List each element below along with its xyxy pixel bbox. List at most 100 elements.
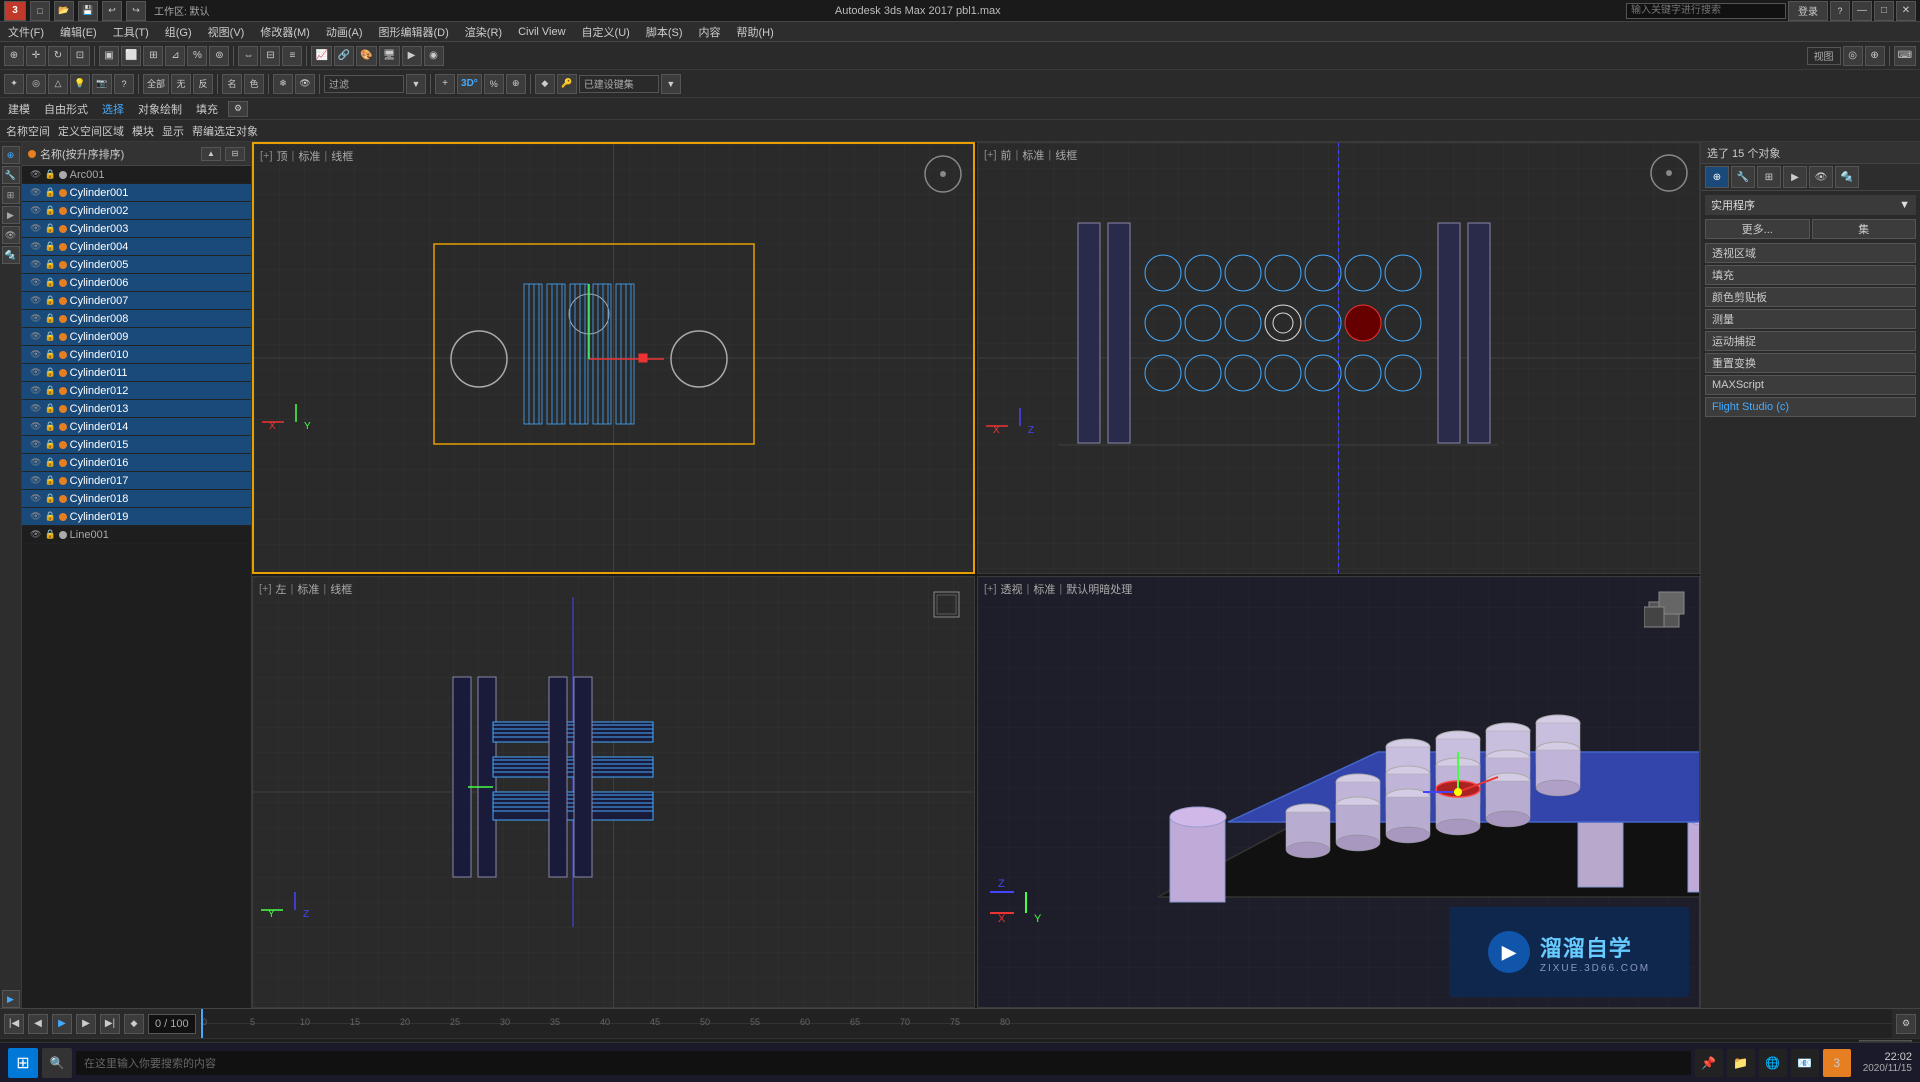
active-shade[interactable]: ◉: [424, 46, 444, 66]
tree-item-cylinder018[interactable]: 👁 🔒 Cylinder018: [22, 490, 251, 508]
move-tool[interactable]: ✛: [26, 46, 46, 66]
tree-item-line001[interactable]: 👁 🔒 Line001: [22, 526, 251, 544]
tree-item-cylinder012[interactable]: 👁 🔒 Cylinder012: [22, 382, 251, 400]
menu-item-e[interactable]: 编辑(E): [56, 24, 101, 40]
material-editor[interactable]: 🎨: [356, 46, 376, 66]
transform-center[interactable]: ⊕: [1865, 46, 1885, 66]
mirror-tool[interactable]: ⇔: [238, 46, 258, 66]
eye-icon[interactable]: 👁: [30, 457, 41, 468]
tree-item-cylinder010[interactable]: 👁 🔒 Cylinder010: [22, 346, 251, 364]
autokey-dropdown[interactable]: 已建设键集: [579, 75, 659, 93]
3d-snap[interactable]: 3D°: [457, 74, 482, 94]
tree-item-cylinder003[interactable]: 👁 🔒 Cylinder003: [22, 220, 251, 238]
add-key[interactable]: ◆: [535, 74, 555, 94]
goto-start-btn[interactable]: |◀: [4, 1014, 24, 1034]
rp-fill-btn[interactable]: 填充: [1705, 265, 1916, 285]
graph-editor[interactable]: 📈: [311, 46, 331, 66]
align-tool[interactable]: ⊟: [260, 46, 280, 66]
tree-item-cylinder014[interactable]: 👁 🔒 Cylinder014: [22, 418, 251, 436]
viewport-front[interactable]: [+] 前 | 标准 | 线框: [977, 142, 1700, 574]
select-tool[interactable]: ⊕: [4, 46, 24, 66]
login-btn[interactable]: 登录: [1788, 1, 1828, 21]
tree-filter-btn[interactable]: ⊟: [225, 147, 245, 161]
schematic[interactable]: 🔗: [334, 46, 354, 66]
mode-fill[interactable]: 填充: [192, 101, 222, 117]
hierarchy-btn[interactable]: ⊞: [2, 186, 20, 204]
menu-item-t[interactable]: 工具(T): [109, 24, 153, 40]
save-btn[interactable]: 💾: [78, 1, 98, 21]
taskbar-icon-2[interactable]: 📁: [1727, 1049, 1755, 1077]
viewport-top[interactable]: [+] 顶 | 标准 | 线框: [252, 142, 975, 574]
eye-icon[interactable]: 👁: [30, 187, 41, 198]
tree-item-cylinder007[interactable]: 👁 🔒 Cylinder007: [22, 292, 251, 310]
coordinate-system[interactable]: 视图: [1807, 47, 1841, 65]
select-all[interactable]: 全部: [143, 74, 169, 94]
menu-item-h[interactable]: 帮助(H): [733, 24, 778, 40]
snap-toggle[interactable]: ⊞: [143, 46, 163, 66]
menu-item-d[interactable]: 图形编辑器(D): [375, 24, 453, 40]
start-button[interactable]: ⊞: [8, 1048, 38, 1078]
rp-tab-utility[interactable]: 🔩: [1835, 166, 1859, 188]
tree-item-cylinder005[interactable]: 👁 🔒 Cylinder005: [22, 256, 251, 274]
mode-build[interactable]: 建模: [4, 101, 34, 117]
percent-snap[interactable]: %: [187, 46, 207, 66]
menu-item-f[interactable]: 文件(F): [4, 24, 48, 40]
rp-tab-create[interactable]: ⊕: [1705, 166, 1729, 188]
scale-tool[interactable]: ⊡: [70, 46, 90, 66]
select-region[interactable]: ▣: [99, 46, 119, 66]
tree-sort-btn[interactable]: ▲: [201, 147, 221, 161]
geometry-btn[interactable]: ◎: [26, 74, 46, 94]
render-btn[interactable]: ▶: [402, 46, 422, 66]
none-btn[interactable]: 无: [171, 74, 191, 94]
eye-icon[interactable]: 👁: [30, 529, 41, 540]
mode-objpaint[interactable]: 对象绘制: [134, 101, 186, 117]
taskbar-search[interactable]: 在这里输入你要搜索的内容: [76, 1051, 1691, 1075]
undo-btn[interactable]: ↩: [102, 1, 122, 21]
menu-item-m[interactable]: 修改器(M): [256, 24, 314, 40]
rp-set-btn[interactable]: 集: [1812, 219, 1917, 239]
tree-item-cylinder006[interactable]: 👁 🔒 Cylinder006: [22, 274, 251, 292]
rp-perspective-btn[interactable]: 透视区域: [1705, 243, 1916, 263]
rp-measure-btn[interactable]: 测量: [1705, 309, 1916, 329]
select-by-name[interactable]: 名: [222, 74, 242, 94]
eye-icon[interactable]: 👁: [30, 349, 41, 360]
filter-arrow[interactable]: ▼: [406, 74, 426, 94]
play-anim-btn[interactable]: ▶: [2, 990, 20, 1008]
new-btn[interactable]: □: [30, 1, 50, 21]
timeline-scroll[interactable]: 0 5 10 15 20 25 30 35 40 45 50 55 60 65 …: [200, 1009, 1892, 1038]
set-key[interactable]: 🔑: [557, 74, 577, 94]
eye-icon[interactable]: 👁: [30, 205, 41, 216]
2d-snap[interactable]: %: [484, 74, 504, 94]
eye-icon[interactable]: 👁: [30, 259, 41, 270]
taskbar-icon-1[interactable]: 📌: [1695, 1049, 1723, 1077]
menu-item-v[interactable]: 视图(V): [204, 24, 249, 40]
utility-btn[interactable]: 🔩: [2, 246, 20, 264]
invert-btn[interactable]: 反: [193, 74, 213, 94]
tree-item-cylinder011[interactable]: 👁 🔒 Cylinder011: [22, 364, 251, 382]
frame-counter[interactable]: 0 / 100: [148, 1014, 196, 1034]
viewport-left[interactable]: [+] 左 | 标准 | 线框: [252, 576, 975, 1008]
search-btn[interactable]: 🔍: [42, 1048, 72, 1078]
menu-item-[interactable]: 内容: [695, 24, 725, 40]
eye-icon[interactable]: 👁: [30, 313, 41, 324]
app-icon[interactable]: 3: [4, 1, 26, 21]
eye-icon[interactable]: 👁: [30, 241, 41, 252]
display-btn[interactable]: 👁: [2, 226, 20, 244]
goto-end-btn[interactable]: ▶|: [100, 1014, 120, 1034]
rp-tab-display[interactable]: 👁: [1809, 166, 1833, 188]
menu-item-u[interactable]: 自定义(U): [578, 24, 634, 40]
eye-icon[interactable]: 👁: [30, 169, 41, 180]
layer-mgr[interactable]: ≡: [282, 46, 302, 66]
tree-item-cylinder001[interactable]: 👁 🔒 Cylinder001: [22, 184, 251, 202]
tree-item-cylinder008[interactable]: 👁 🔒 Cylinder008: [22, 310, 251, 328]
tree-item-cylinder017[interactable]: 👁 🔒 Cylinder017: [22, 472, 251, 490]
prev-frame-btn[interactable]: ◀: [28, 1014, 48, 1034]
open-btn[interactable]: 📂: [54, 1, 74, 21]
shape-btn[interactable]: △: [48, 74, 68, 94]
viewport-perspective[interactable]: [+] 透视 | 标准 | 默认明暗处理: [977, 576, 1700, 1008]
viewport-left-canvas[interactable]: Y Z: [253, 577, 974, 1007]
eye-icon[interactable]: 👁: [30, 367, 41, 378]
rp-color-clipboard-btn[interactable]: 颜色剪贴板: [1705, 287, 1916, 307]
freeze-btn[interactable]: ❄: [273, 74, 293, 94]
taskbar-icon-4[interactable]: 📧: [1791, 1049, 1819, 1077]
